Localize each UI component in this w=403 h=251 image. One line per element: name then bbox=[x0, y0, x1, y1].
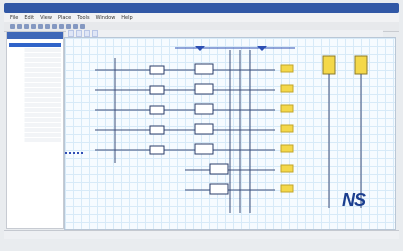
tree-item[interactable] bbox=[9, 103, 61, 107]
redo-icon[interactable] bbox=[66, 24, 71, 29]
tree-item[interactable] bbox=[9, 93, 61, 97]
schematic-canvas[interactable]: NS bbox=[64, 37, 396, 230]
copy-icon[interactable] bbox=[45, 24, 50, 29]
title-bar bbox=[4, 3, 399, 13]
tree-item[interactable] bbox=[9, 138, 61, 142]
tree-item[interactable] bbox=[9, 98, 61, 102]
tab-2[interactable] bbox=[76, 30, 82, 37]
tree-item[interactable] bbox=[9, 53, 61, 57]
logo-mark: NS bbox=[341, 190, 366, 210]
cut-icon[interactable] bbox=[38, 24, 43, 29]
tree-item[interactable] bbox=[9, 118, 61, 122]
save-icon[interactable] bbox=[24, 24, 29, 29]
tree-item[interactable] bbox=[9, 48, 61, 52]
menu-edit[interactable]: Edit bbox=[24, 15, 34, 21]
tree-item[interactable] bbox=[9, 63, 61, 67]
open-icon[interactable] bbox=[17, 24, 22, 29]
project-tree bbox=[9, 42, 61, 143]
menu-place[interactable]: Place bbox=[58, 15, 71, 21]
tree-item[interactable] bbox=[9, 68, 61, 72]
menu-help[interactable]: Help bbox=[121, 15, 132, 21]
tab-4[interactable] bbox=[92, 30, 98, 37]
tree-item[interactable] bbox=[9, 123, 61, 127]
tree-item[interactable] bbox=[9, 113, 61, 117]
document-tabs bbox=[66, 30, 383, 37]
print-icon[interactable] bbox=[31, 24, 36, 29]
tree-item[interactable] bbox=[9, 58, 61, 62]
tree-item[interactable] bbox=[9, 88, 61, 92]
tab-3[interactable] bbox=[84, 30, 90, 37]
tab-1[interactable] bbox=[68, 30, 74, 37]
paste-icon[interactable] bbox=[52, 24, 57, 29]
menu-window[interactable]: Window bbox=[96, 15, 116, 21]
undo-icon[interactable] bbox=[59, 24, 64, 29]
tree-item[interactable] bbox=[9, 73, 61, 77]
menu-view[interactable]: View bbox=[40, 15, 52, 21]
new-icon[interactable] bbox=[10, 24, 15, 29]
status-bar bbox=[4, 230, 399, 239]
brand-logo: NS bbox=[341, 190, 366, 211]
tree-item[interactable] bbox=[9, 78, 61, 82]
tree-item-selected[interactable] bbox=[9, 43, 61, 47]
tree-item[interactable] bbox=[9, 108, 61, 112]
tree-item[interactable] bbox=[9, 133, 61, 137]
tree-item[interactable] bbox=[9, 83, 61, 87]
menu-tools[interactable]: Tools bbox=[77, 15, 89, 21]
zoom-out-icon[interactable] bbox=[80, 24, 85, 29]
app-window: File Edit View Place Tools Window Help N… bbox=[0, 0, 403, 251]
tree-item[interactable] bbox=[9, 128, 61, 132]
project-panel-header bbox=[7, 32, 63, 39]
project-panel bbox=[6, 31, 64, 229]
zoom-in-icon[interactable] bbox=[73, 24, 78, 29]
menu-file[interactable]: File bbox=[10, 15, 18, 21]
